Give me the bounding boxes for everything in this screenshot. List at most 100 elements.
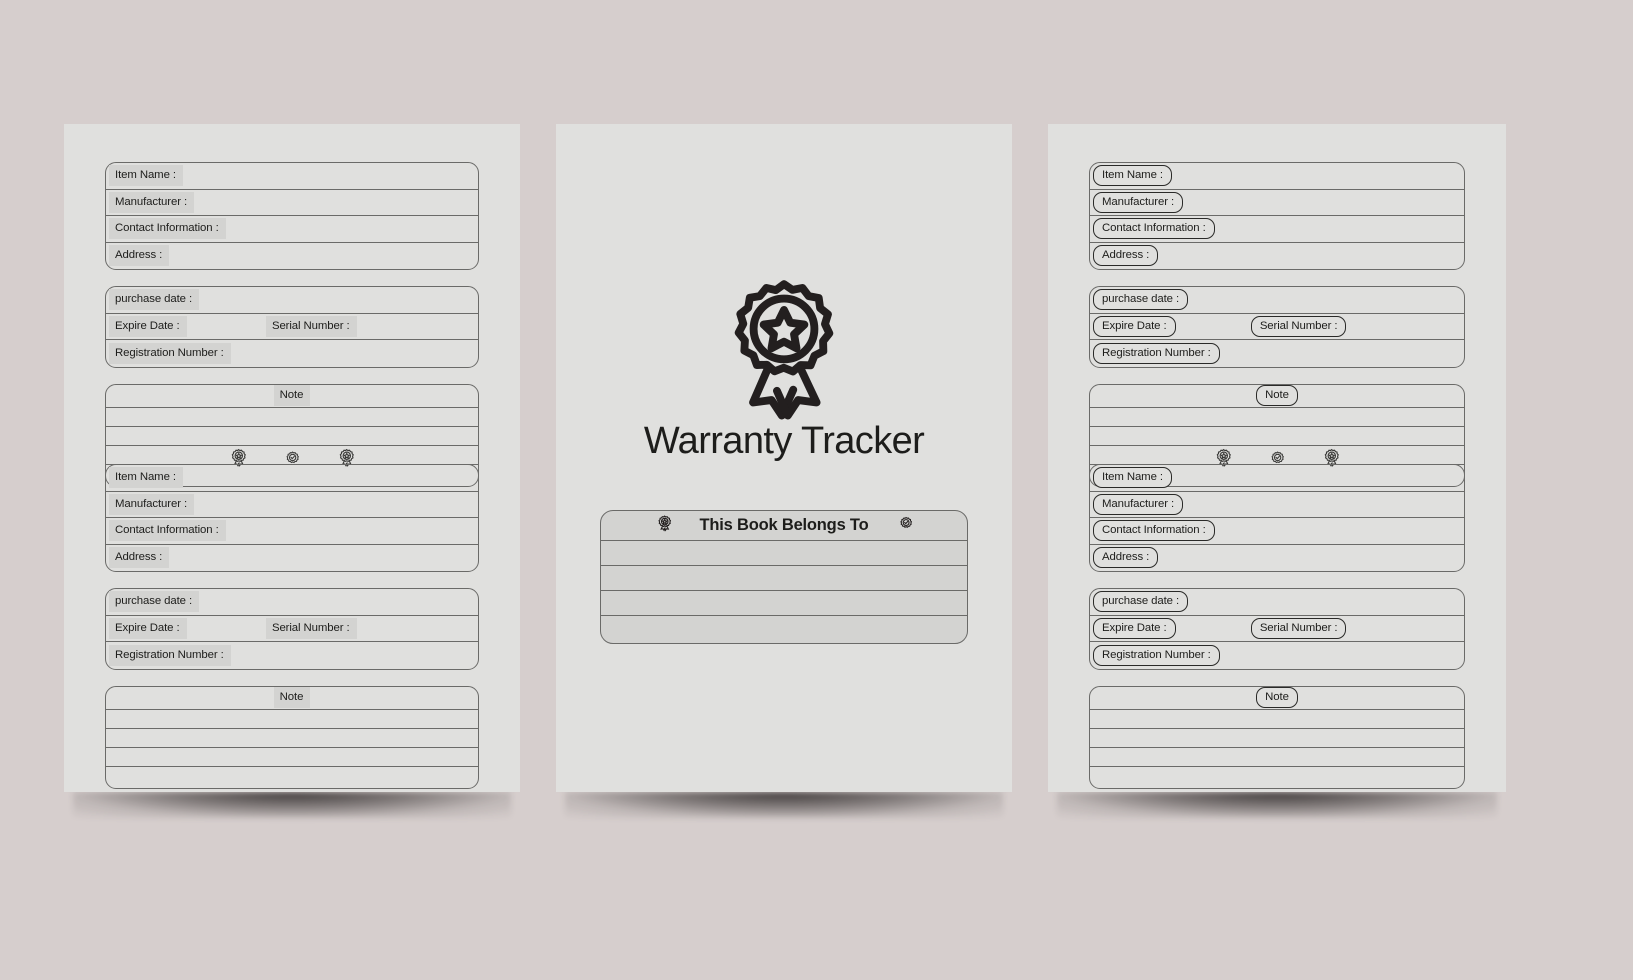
field-row-expire-date[interactable]: Expire Date : Serial Number : bbox=[1090, 314, 1464, 340]
warranty-fields-group: purchase date : Expire Date : Serial Num… bbox=[105, 588, 479, 670]
field-row-address[interactable]: Address : bbox=[1090, 243, 1464, 270]
belongs-to-header: This Book Belongs To bbox=[601, 511, 967, 541]
label-note: Note bbox=[273, 384, 311, 407]
field-row-registration-number[interactable]: Registration Number : bbox=[1090, 642, 1464, 669]
field-row-item-name[interactable]: Item Name : bbox=[106, 163, 478, 190]
form-block-1: Item Name : Manufacturer : Contact Infor… bbox=[1089, 162, 1465, 487]
warranty-fields-group: purchase date : Expire Date : Serial Num… bbox=[1089, 588, 1465, 670]
label-manufacturer: Manufacturer : bbox=[1093, 191, 1184, 213]
contact-fields-group: Item Name : Manufacturer : Contact Infor… bbox=[1089, 464, 1465, 572]
field-row-manufacturer[interactable]: Manufacturer : bbox=[106, 492, 478, 518]
warranty-fields-group: purchase date : Expire Date : Serial Num… bbox=[1089, 286, 1465, 368]
label-registration-number: Registration Number : bbox=[1093, 342, 1220, 364]
note-writing-line[interactable] bbox=[106, 408, 478, 427]
award-ribbon-badge-icon bbox=[718, 276, 850, 433]
field-row-purchase-date[interactable]: purchase date : bbox=[106, 287, 478, 314]
field-row-item-name[interactable]: Item Name : bbox=[106, 465, 478, 492]
form-block-1: Item Name : Manufacturer : Contact Infor… bbox=[105, 162, 479, 487]
cover-page: Warranty Tracker This Book Belongs To bbox=[556, 124, 1012, 792]
page-title: Warranty Tracker bbox=[643, 420, 925, 462]
label-manufacturer: Manufacturer : bbox=[109, 191, 195, 213]
note-box: Note bbox=[105, 685, 479, 789]
label-serial-number: Serial Number : bbox=[265, 315, 357, 337]
field-row-address[interactable]: Address : bbox=[1090, 545, 1464, 572]
label-purchase-date: purchase date : bbox=[1093, 289, 1189, 311]
note-writing-line[interactable] bbox=[1090, 748, 1464, 767]
label-purchase-date: purchase date : bbox=[109, 289, 200, 311]
belongs-to-writing-line[interactable] bbox=[601, 616, 967, 643]
label-note: Note bbox=[1256, 686, 1298, 709]
field-row-manufacturer[interactable]: Manufacturer : bbox=[1090, 492, 1464, 518]
note-writing-line[interactable] bbox=[106, 427, 478, 446]
poster-canvas: Item Name : Manufacturer : Contact Infor… bbox=[0, 0, 1633, 980]
field-row-registration-number[interactable]: Registration Number : bbox=[106, 642, 478, 669]
note-writing-line[interactable] bbox=[1090, 710, 1464, 729]
label-manufacturer: Manufacturer : bbox=[109, 493, 195, 515]
label-expire-date: Expire Date : bbox=[1093, 315, 1176, 337]
label-purchase-date: purchase date : bbox=[1093, 591, 1189, 613]
label-address: Address : bbox=[1093, 245, 1159, 267]
label-note: Note bbox=[273, 686, 311, 709]
field-row-contact-information[interactable]: Contact Information : bbox=[1090, 518, 1464, 545]
note-writing-line[interactable] bbox=[106, 729, 478, 748]
field-row-registration-number[interactable]: Registration Number : bbox=[106, 340, 478, 367]
field-row-purchase-date[interactable]: purchase date : bbox=[1090, 287, 1464, 314]
field-row-registration-number[interactable]: Registration Number : bbox=[1090, 340, 1464, 367]
label-contact-information: Contact Information : bbox=[109, 520, 226, 542]
field-row-expire-date[interactable]: Expire Date : Serial Number : bbox=[106, 314, 478, 340]
field-row-purchase-date[interactable]: purchase date : bbox=[1090, 589, 1464, 616]
field-row-manufacturer[interactable]: Manufacturer : bbox=[1090, 190, 1464, 216]
field-row-contact-information[interactable]: Contact Information : bbox=[106, 518, 478, 545]
label-item-name: Item Name : bbox=[1093, 467, 1172, 489]
award-ribbon-badge-icon bbox=[657, 514, 672, 537]
note-writing-line[interactable] bbox=[1090, 427, 1464, 446]
field-row-address[interactable]: Address : bbox=[106, 243, 478, 270]
field-row-expire-date[interactable]: Expire Date : Serial Number : bbox=[106, 616, 478, 642]
left-interior-page: Item Name : Manufacturer : Contact Infor… bbox=[64, 124, 520, 792]
label-note: Note bbox=[1256, 384, 1298, 407]
label-item-name: Item Name : bbox=[109, 165, 183, 187]
contact-fields-group: Item Name : Manufacturer : Contact Infor… bbox=[105, 464, 479, 572]
note-writing-line[interactable] bbox=[1090, 408, 1464, 427]
field-row-contact-information[interactable]: Contact Information : bbox=[106, 216, 478, 243]
note-writing-line[interactable] bbox=[1090, 729, 1464, 748]
note-writing-line[interactable] bbox=[106, 710, 478, 729]
right-interior-page: Item Name : Manufacturer : Contact Infor… bbox=[1048, 124, 1506, 792]
belongs-to-writing-line[interactable] bbox=[601, 591, 967, 616]
note-writing-line[interactable] bbox=[106, 767, 478, 788]
contact-fields-group: Item Name : Manufacturer : Contact Infor… bbox=[105, 162, 479, 270]
field-row-address[interactable]: Address : bbox=[106, 545, 478, 572]
field-row-item-name[interactable]: Item Name : bbox=[1090, 163, 1464, 190]
belongs-to-writing-line[interactable] bbox=[601, 566, 967, 591]
belongs-to-writing-line[interactable] bbox=[601, 541, 967, 566]
label-registration-number: Registration Number : bbox=[109, 644, 231, 666]
label-contact-information: Contact Information : bbox=[1093, 520, 1215, 542]
form-block-2: Item Name : Manufacturer : Contact Infor… bbox=[1089, 464, 1465, 789]
label-serial-number: Serial Number : bbox=[265, 617, 357, 639]
field-row-expire-date[interactable]: Expire Date : Serial Number : bbox=[1090, 616, 1464, 642]
field-row-contact-information[interactable]: Contact Information : bbox=[1090, 216, 1464, 243]
note-writing-line[interactable] bbox=[1090, 767, 1464, 788]
label-item-name: Item Name : bbox=[1093, 165, 1172, 187]
field-row-manufacturer[interactable]: Manufacturer : bbox=[106, 190, 478, 216]
belongs-to-title: This Book Belongs To bbox=[699, 516, 869, 534]
contact-fields-group: Item Name : Manufacturer : Contact Infor… bbox=[1089, 162, 1465, 270]
form-block-2: Item Name : Manufacturer : Contact Infor… bbox=[105, 464, 479, 789]
note-heading-row: Note bbox=[1090, 384, 1464, 408]
note-box: Note bbox=[1089, 685, 1465, 789]
warranty-fields-group: purchase date : Expire Date : Serial Num… bbox=[105, 286, 479, 368]
label-serial-number: Serial Number : bbox=[1250, 315, 1347, 337]
label-expire-date: Expire Date : bbox=[109, 617, 187, 639]
label-address: Address : bbox=[109, 245, 170, 267]
field-row-item-name[interactable]: Item Name : bbox=[1090, 465, 1464, 492]
field-row-purchase-date[interactable]: purchase date : bbox=[106, 589, 478, 616]
label-contact-information: Contact Information : bbox=[1093, 218, 1215, 240]
note-writing-line[interactable] bbox=[106, 748, 478, 767]
label-address: Address : bbox=[1093, 547, 1159, 569]
